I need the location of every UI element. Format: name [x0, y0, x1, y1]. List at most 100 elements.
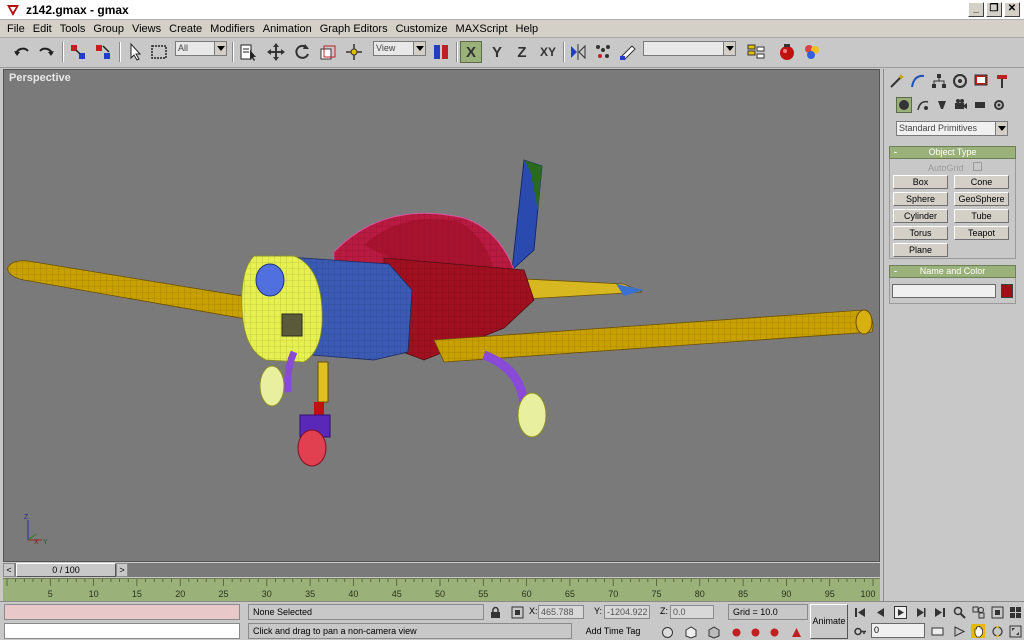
magnet-snap-button[interactable] [767, 625, 781, 639]
edge-snap-button[interactable] [789, 625, 803, 639]
undo-button[interactable] [11, 41, 33, 63]
pan-view-button[interactable] [971, 624, 985, 638]
teapot-button[interactable]: Teapot [954, 226, 1009, 240]
tube-button[interactable]: Tube [954, 209, 1009, 223]
object-type-rollout-header[interactable]: - Object Type [889, 146, 1016, 159]
mirror-button[interactable] [567, 41, 589, 63]
next-key-button[interactable] [913, 605, 927, 619]
selection-lock-button[interactable] [488, 605, 502, 619]
track-view-button[interactable] [745, 41, 767, 63]
degradation-override-button[interactable] [660, 625, 674, 639]
key-mode-toggle[interactable] [853, 624, 867, 638]
track-bar[interactable]: 5 10 15 20 25 30 35 40 45 50 55 60 65 70 75 80 85 90 95 100 [3, 578, 880, 601]
arc-rotate-button[interactable] [990, 624, 1004, 638]
time-slider-thumb[interactable]: 0 / 100 [16, 563, 116, 577]
pivot-center-button[interactable] [343, 41, 365, 63]
menu-tools[interactable]: Tools [56, 23, 90, 35]
shapes-subtab[interactable] [915, 97, 931, 113]
animate-button[interactable]: Animate [810, 604, 848, 639]
select-and-link-button[interactable] [67, 41, 89, 63]
menu-maxscript[interactable]: MAXScript [452, 23, 512, 35]
menu-animation[interactable]: Animation [259, 23, 316, 35]
snap-toggle-button[interactable] [683, 625, 697, 639]
select-and-move-button[interactable] [265, 41, 287, 63]
previous-frame-button[interactable]: < [3, 563, 15, 577]
restrict-to-z-button[interactable]: Z [511, 41, 533, 63]
helpers-subtab[interactable] [972, 97, 988, 113]
restrict-to-x-button[interactable]: X [460, 41, 482, 63]
zoom-all-button[interactable] [971, 605, 985, 619]
object-name-input[interactable] [892, 284, 996, 298]
menu-file[interactable]: File [3, 23, 29, 35]
zoom-extents-all-button[interactable] [1008, 605, 1022, 619]
align-button[interactable] [617, 41, 639, 63]
x-coordinate-field[interactable]: 465.788 [538, 605, 584, 619]
go-to-start-button[interactable] [853, 605, 867, 619]
modify-tab[interactable] [908, 71, 927, 90]
zoom-button[interactable] [952, 605, 966, 619]
menu-views[interactable]: Views [128, 23, 165, 35]
torus-button[interactable]: Torus [893, 226, 948, 240]
menu-help[interactable]: Help [512, 23, 543, 35]
array-button[interactable] [592, 41, 614, 63]
time-configuration-button[interactable] [930, 624, 944, 638]
named-selection-dropdown[interactable] [643, 41, 736, 56]
create-tab[interactable] [887, 71, 906, 90]
sphere-button[interactable]: Sphere [893, 192, 948, 206]
play-button[interactable] [893, 605, 907, 619]
field-of-view-button[interactable] [952, 624, 966, 638]
restrict-to-xy-button[interactable]: XY [537, 41, 559, 63]
y-coordinate-field[interactable]: -1204.922 [604, 605, 650, 619]
time-slider[interactable]: < 0 / 100 > [3, 563, 880, 577]
display-tab[interactable] [971, 71, 990, 90]
absolute-mode-button[interactable] [510, 605, 524, 619]
zoom-extents-button[interactable] [990, 605, 1004, 619]
primitive-category-dropdown[interactable]: Standard Primitives [896, 121, 1008, 136]
close-button[interactable]: ✕ [1004, 2, 1020, 17]
geosphere-button[interactable]: GeoSphere [954, 192, 1009, 206]
redo-button[interactable] [35, 41, 57, 63]
menu-create[interactable]: Create [165, 23, 206, 35]
name-and-color-rollout-header[interactable]: - Name and Color [889, 265, 1016, 278]
menu-graph-editors[interactable]: Graph Editors [316, 23, 392, 35]
cylinder-button[interactable]: Cylinder [893, 209, 948, 223]
hierarchy-tab[interactable] [929, 71, 948, 90]
menu-group[interactable]: Group [89, 23, 128, 35]
viewport-label[interactable]: Perspective [9, 72, 71, 84]
material-editor-button[interactable] [801, 41, 823, 63]
utilities-tab[interactable] [992, 71, 1011, 90]
autogrid-checkbox[interactable] [973, 162, 982, 171]
box-button[interactable]: Box [893, 175, 948, 189]
select-object-button[interactable] [124, 41, 146, 63]
quick-render-button[interactable] [776, 41, 798, 63]
cone-button[interactable]: Cone [954, 175, 1009, 189]
select-and-scale-button[interactable] [317, 41, 339, 63]
next-frame-button[interactable]: > [116, 563, 128, 577]
object-color-swatch[interactable] [1001, 284, 1013, 298]
lights-subtab[interactable] [934, 97, 950, 113]
min-max-toggle-button[interactable] [1008, 624, 1022, 638]
selection-filter-dropdown[interactable]: All [175, 41, 227, 56]
reference-coordinate-dropdown[interactable]: View [373, 41, 426, 56]
menu-customize[interactable]: Customize [392, 23, 452, 35]
angle-snap-button[interactable] [706, 625, 720, 639]
current-frame-field[interactable]: 0 [871, 623, 925, 638]
select-by-name-button[interactable] [237, 41, 259, 63]
maxscript-listener-output[interactable] [4, 604, 240, 620]
restore-button[interactable]: ❐ [986, 2, 1002, 17]
menu-edit[interactable]: Edit [29, 23, 56, 35]
z-coordinate-field[interactable]: 0.0 [670, 605, 714, 619]
motion-tab[interactable] [950, 71, 969, 90]
restrict-to-y-button[interactable]: Y [486, 41, 508, 63]
spinner-snap-button[interactable] [748, 625, 762, 639]
systems-subtab[interactable] [991, 97, 1007, 113]
cameras-subtab[interactable] [953, 97, 969, 113]
geometry-subtab[interactable] [896, 97, 912, 113]
menu-modifiers[interactable]: Modifiers [206, 23, 259, 35]
maxscript-listener-input[interactable] [4, 623, 240, 639]
perspective-viewport[interactable]: Perspective Z X Y [3, 69, 880, 562]
percent-snap-button[interactable] [729, 625, 743, 639]
previous-key-button[interactable] [873, 605, 887, 619]
go-to-end-button[interactable] [932, 605, 946, 619]
minimize-button[interactable]: _ [968, 2, 984, 17]
